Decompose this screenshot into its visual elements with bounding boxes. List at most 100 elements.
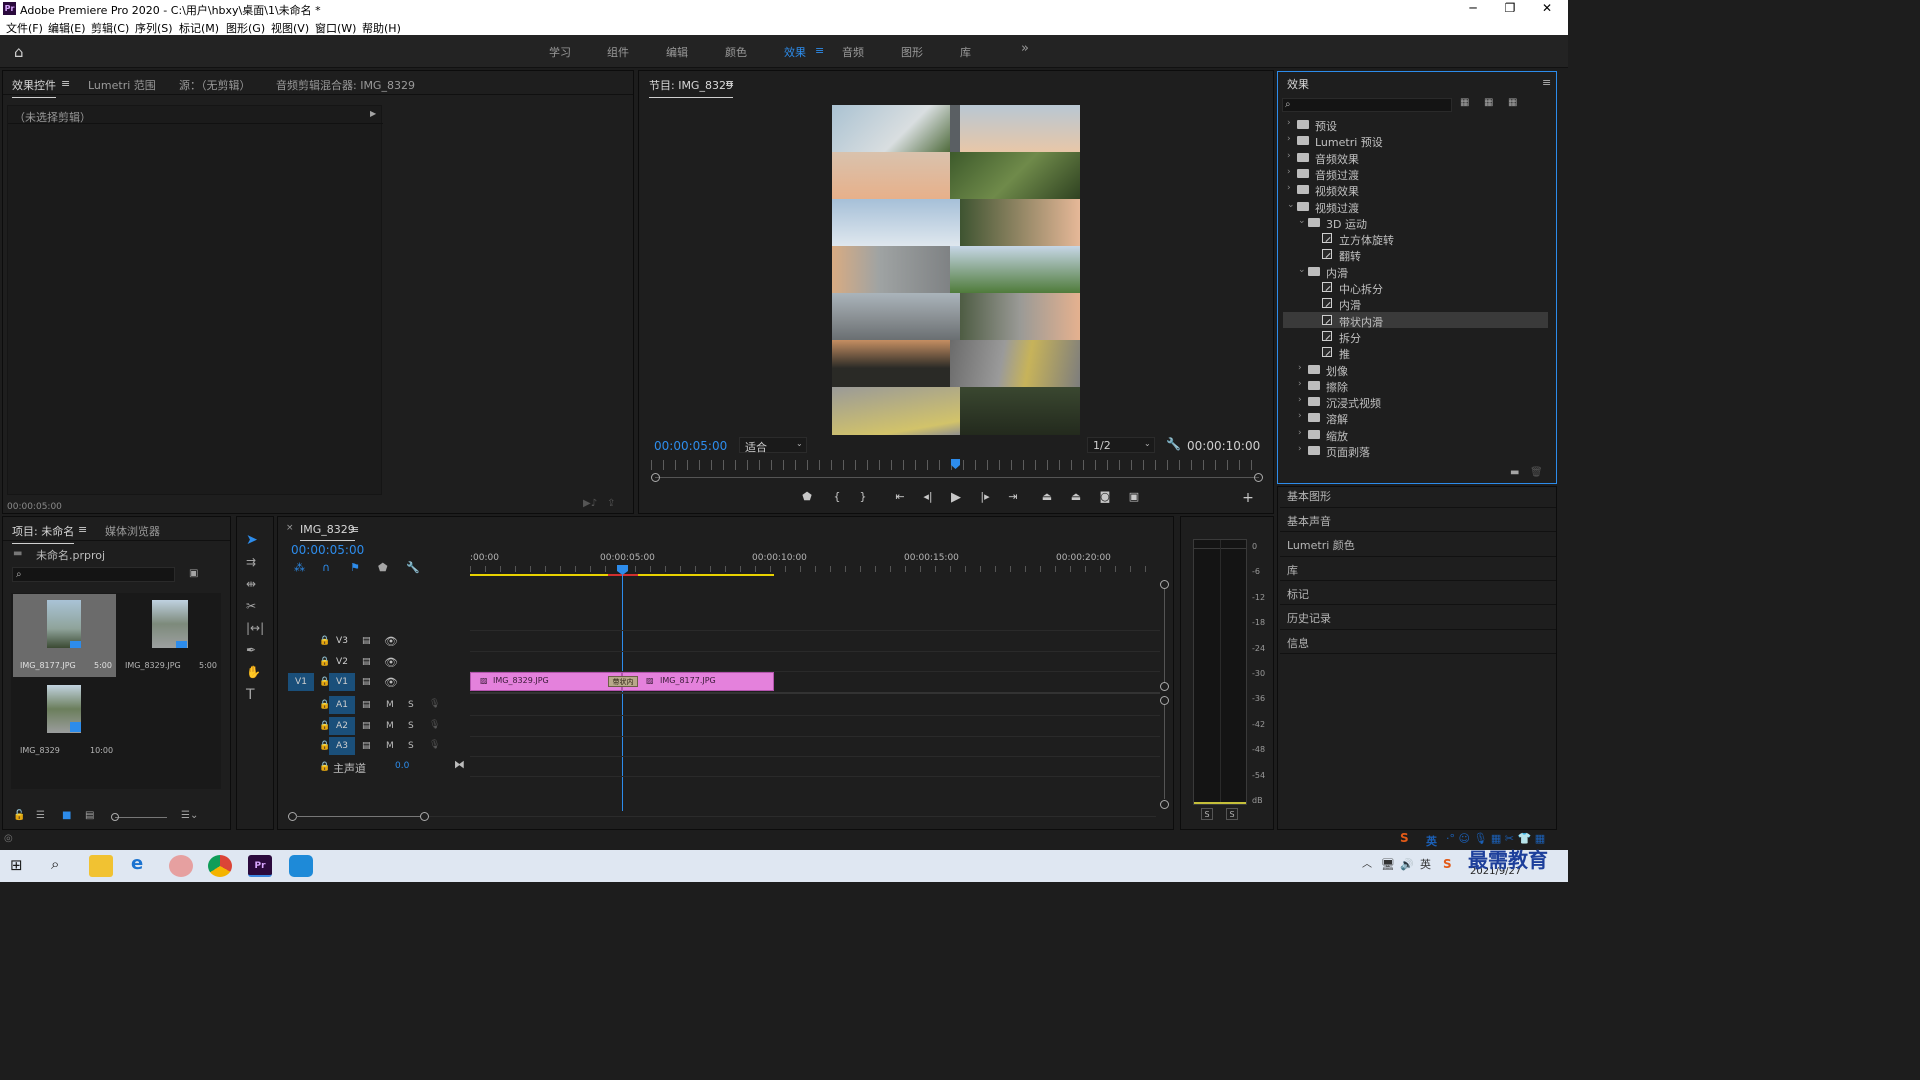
maximize-icon[interactable]: ❐ [1492, 1, 1528, 15]
timeline-clip[interactable]: ▨ IMG_8329.JPG [470, 672, 622, 691]
project-item[interactable]: IMG_8177.JPG 5:00 [13, 594, 116, 677]
panel-markers[interactable]: 标记 [1287, 586, 1309, 602]
delete-icon[interactable]: 🗑 [1530, 468, 1543, 478]
close-icon[interactable]: ✕ [1529, 1, 1565, 15]
workspace-menu-icon[interactable]: ≡ [815, 44, 824, 57]
panel-essential-graphics[interactable]: 基本图形 [1287, 488, 1331, 504]
microphone-icon[interactable]: 🎙 [429, 699, 440, 709]
compare-view-icon[interactable]: ▣ [1126, 490, 1142, 506]
nest-sequence-icon[interactable]: ⁂ [294, 562, 305, 573]
effect-folder[interactable]: › 缩放 [1283, 426, 1548, 443]
effect-folder[interactable]: › 音频效果 [1283, 149, 1548, 166]
effect-folder[interactable]: › 溶解 [1283, 409, 1548, 426]
workspace-effects[interactable]: 效果 [784, 44, 806, 60]
effect-folder[interactable]: › 划像 [1283, 361, 1548, 378]
go-to-in-icon[interactable]: ⇤ [892, 490, 908, 506]
snipping-tool-icon[interactable] [169, 855, 193, 877]
mute-button[interactable]: M [386, 721, 394, 731]
workspace-audio[interactable]: 音频 [842, 44, 864, 60]
project-item[interactable]: IMG_8329 10:00 [13, 679, 116, 762]
tab-media-browser[interactable]: 媒体浏览器 [105, 523, 160, 539]
mute-button[interactable]: M [386, 741, 394, 751]
volume-icon[interactable]: 🔊 [1400, 859, 1414, 870]
type-tool-icon[interactable]: T [246, 688, 255, 702]
chevron-right-icon[interactable]: › [1287, 183, 1291, 193]
windows-start-icon[interactable]: ⊞ [10, 858, 23, 873]
effect-folder[interactable]: › 预设 [1283, 116, 1548, 133]
extract-icon[interactable]: ⏏ [1068, 490, 1084, 506]
close-sequence-icon[interactable]: × [286, 523, 294, 533]
effect-item[interactable]: 中心拆分 [1283, 279, 1548, 296]
new-bin-icon[interactable]: ▬ [1510, 468, 1519, 478]
effect-folder[interactable]: ⌄ 3D 运动 [1283, 214, 1548, 231]
sogou-ime-icon[interactable]: S [1400, 831, 1409, 845]
pen-tool-icon[interactable]: ✒ [246, 644, 256, 656]
timeline-ruler[interactable]: :00:00 00:00:05:00 00:00:10:00 00:00:15:… [470, 550, 1160, 575]
razor-tool-icon[interactable]: ✂ [246, 600, 256, 612]
project-item[interactable]: IMG_8329.JPG 5:00 [118, 594, 221, 677]
panel-info[interactable]: 信息 [1287, 635, 1309, 651]
resolution-dropdown[interactable]: 1/2 ⌄ [1087, 437, 1155, 453]
button-editor-icon[interactable]: + [1240, 490, 1256, 506]
workspace-editing[interactable]: 编辑 [666, 44, 688, 60]
track-lock-icon[interactable]: 🔒 [319, 762, 330, 772]
lift-icon[interactable]: ⏏ [1039, 490, 1055, 506]
mute-button[interactable]: M [386, 700, 394, 710]
track-label[interactable]: V3 [329, 632, 355, 650]
zoom-handle-left[interactable] [651, 473, 660, 482]
timeline-settings-icon[interactable]: 🔧 [406, 562, 420, 573]
source-patch-v1[interactable]: V1 [288, 673, 314, 691]
sequence-menu-icon[interactable]: ≡ [350, 523, 359, 536]
export-icon[interactable]: ⇪ [607, 499, 615, 509]
chevron-right-icon[interactable]: › [1287, 151, 1291, 161]
new-bin-icon[interactable]: ▣ [189, 569, 198, 579]
filter-icon[interactable]: ▶♪ [583, 499, 597, 509]
track-sync-icon[interactable]: ▤ [362, 677, 371, 687]
timeline-timecode[interactable]: 00:00:05:00 [291, 543, 364, 557]
list-view-icon[interactable]: ☰ [36, 811, 45, 821]
effect-folder[interactable]: › 沉浸式视频 [1283, 393, 1548, 410]
home-icon[interactable]: ⌂ [14, 43, 32, 61]
ime-tray-icon[interactable]: 英 [1420, 859, 1431, 870]
vertical-scrollbar[interactable] [1164, 589, 1165, 683]
zoom-slider-handle[interactable] [111, 813, 119, 821]
chevron-right-icon[interactable]: › [1298, 363, 1302, 373]
effect-folder[interactable]: › 页面剥落 [1283, 442, 1548, 459]
zoom-handle-right[interactable] [1254, 473, 1263, 482]
microphone-icon[interactable]: 🎙 [429, 720, 440, 730]
workspace-more-icon[interactable]: » [1021, 41, 1029, 56]
master-volume-value[interactable]: 0.0 [395, 761, 409, 771]
horizontal-scrollbar[interactable] [296, 816, 420, 817]
chevron-right-icon[interactable]: › [1298, 428, 1302, 438]
expand-arrow-icon[interactable]: ▶ [370, 110, 376, 118]
go-to-edit-icon[interactable]: ⧓ [454, 758, 465, 771]
play-icon[interactable]: ▶ [948, 490, 964, 506]
track-sync-icon[interactable]: ▤ [362, 700, 371, 710]
minimize-icon[interactable]: ─ [1455, 1, 1491, 15]
chevron-right-icon[interactable]: › [1298, 411, 1302, 421]
menu-marker[interactable]: 标记(M) [179, 20, 219, 36]
panel-menu-icon[interactable]: ≡ [61, 77, 70, 90]
hand-tool-icon[interactable]: ✋ [246, 666, 261, 678]
solo-button[interactable]: S [408, 741, 414, 751]
ripple-edit-tool-icon[interactable]: ⇹ [246, 578, 256, 590]
sort-icon[interactable]: ☰⌄ [181, 811, 198, 821]
freeform-view-icon[interactable]: ▤ [85, 811, 94, 821]
vertical-zoom-handle[interactable] [1160, 696, 1169, 705]
program-menu-icon[interactable]: ≡ [725, 77, 734, 90]
panel-lumetri-color[interactable]: Lumetri 颜色 [1287, 537, 1355, 553]
add-marker-icon[interactable]: ⬟ [799, 490, 815, 506]
effect-item[interactable]: 带状内滑 [1283, 311, 1548, 329]
project-search-input[interactable]: ⌕ [12, 567, 175, 582]
horizontal-zoom-handle[interactable] [420, 812, 429, 821]
track-sync-icon[interactable]: ▤ [362, 741, 371, 751]
program-title[interactable]: 节目: IMG_8329 [649, 77, 733, 98]
workspace-libraries[interactable]: 库 [960, 44, 971, 60]
tab-project[interactable]: 项目: 未命名 [12, 523, 75, 544]
chevron-down-icon[interactable]: ⌄ [1298, 216, 1306, 226]
menu-edit[interactable]: 编辑(E) [48, 20, 86, 36]
effect-item[interactable]: 立方体旋转 [1283, 230, 1548, 247]
mark-in-icon[interactable]: { [829, 490, 845, 506]
workspace-assembly[interactable]: 组件 [607, 44, 629, 60]
chevron-right-icon[interactable]: › [1287, 134, 1291, 144]
